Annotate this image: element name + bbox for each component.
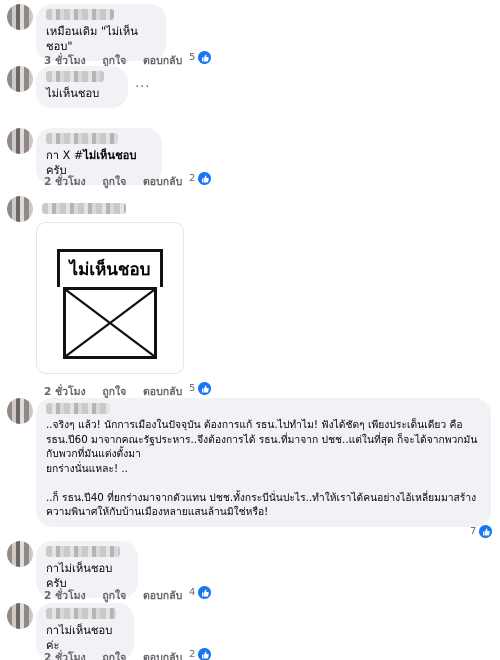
author-name[interactable] xyxy=(46,71,104,82)
author-name[interactable] xyxy=(46,133,118,144)
vote-cross-box xyxy=(63,287,157,359)
like-button[interactable]: ถูกใจ xyxy=(102,652,126,660)
like-thumb-icon xyxy=(198,382,212,395)
avatar[interactable] xyxy=(7,66,33,92)
avatar[interactable] xyxy=(7,603,33,629)
comment-actions: 2 ชั่วโมง ถูกใจ ตอบกลับ xyxy=(44,173,195,190)
comment-image[interactable]: ไม่เห็นชอบ xyxy=(36,222,184,374)
timestamp[interactable]: 2 ชั่วโมง xyxy=(44,590,86,602)
like-thumb-icon xyxy=(198,648,212,660)
reply-button[interactable]: ตอบกลับ xyxy=(143,55,182,67)
comment-text: เหมือนเดิม "ไม่เห็นชอบ" xyxy=(46,25,138,53)
author-name[interactable] xyxy=(46,9,114,20)
like-thumb-icon xyxy=(479,525,493,538)
reply-button[interactable]: ตอบกลับ xyxy=(143,386,182,398)
timestamp[interactable]: 2 ชั่วโมง xyxy=(44,386,86,398)
reaction-count[interactable]: 2 xyxy=(189,172,212,185)
timestamp[interactable]: 2 ชั่วโมง xyxy=(44,176,86,188)
reply-button[interactable]: ตอบกลับ xyxy=(143,176,182,188)
author-name[interactable] xyxy=(46,403,110,414)
more-dots-icon[interactable]: ... xyxy=(135,76,150,91)
like-button[interactable]: ถูกใจ xyxy=(102,386,126,398)
avatar[interactable] xyxy=(7,196,33,222)
like-thumb-icon xyxy=(198,586,212,599)
reply-button[interactable]: ตอบกลับ xyxy=(143,652,182,660)
comment-bubble: ไม่เห็นชอบ xyxy=(36,66,128,108)
comment-bubble: ..จริงๆ แล้ว! นักการเมืองในปัจจุบัน ต้อง… xyxy=(36,398,491,527)
timestamp[interactable]: 2 ชั่วโมง xyxy=(44,652,86,660)
avatar[interactable] xyxy=(7,128,33,154)
like-button[interactable]: ถูกใจ xyxy=(102,590,126,602)
avatar[interactable] xyxy=(7,541,33,567)
reply-button[interactable]: ตอบกลับ xyxy=(143,590,182,602)
comment-text: ..จริงๆ แล้ว! นักการเมืองในปัจจุบัน ต้อง… xyxy=(46,419,478,518)
like-button[interactable]: ถูกใจ xyxy=(102,176,126,188)
vote-sign-label: ไม่เห็นชอบ xyxy=(57,249,163,287)
like-thumb-icon xyxy=(198,51,212,64)
avatar[interactable] xyxy=(7,398,33,424)
hashtag-link[interactable]: ไม่เห็นชอบ xyxy=(83,149,136,162)
author-name[interactable] xyxy=(46,608,116,619)
reaction-count[interactable]: 5 xyxy=(189,51,212,64)
author-name[interactable] xyxy=(42,203,126,214)
reaction-count[interactable]: 4 xyxy=(189,586,212,599)
reaction-count[interactable]: 2 xyxy=(189,648,212,660)
author-name[interactable] xyxy=(46,546,120,557)
avatar[interactable] xyxy=(7,4,33,30)
comment-actions: 2 ชั่วโมง ถูกใจ ตอบกลับ xyxy=(44,587,195,604)
reaction-count[interactable]: 5 xyxy=(189,382,212,395)
comment-text: ไม่เห็นชอบ xyxy=(46,87,100,100)
reaction-count[interactable]: 7 xyxy=(470,525,493,538)
comment-actions: 2 ชั่วโมง ถูกใจ ตอบกลับ xyxy=(44,649,195,660)
like-thumb-icon xyxy=(198,172,212,185)
